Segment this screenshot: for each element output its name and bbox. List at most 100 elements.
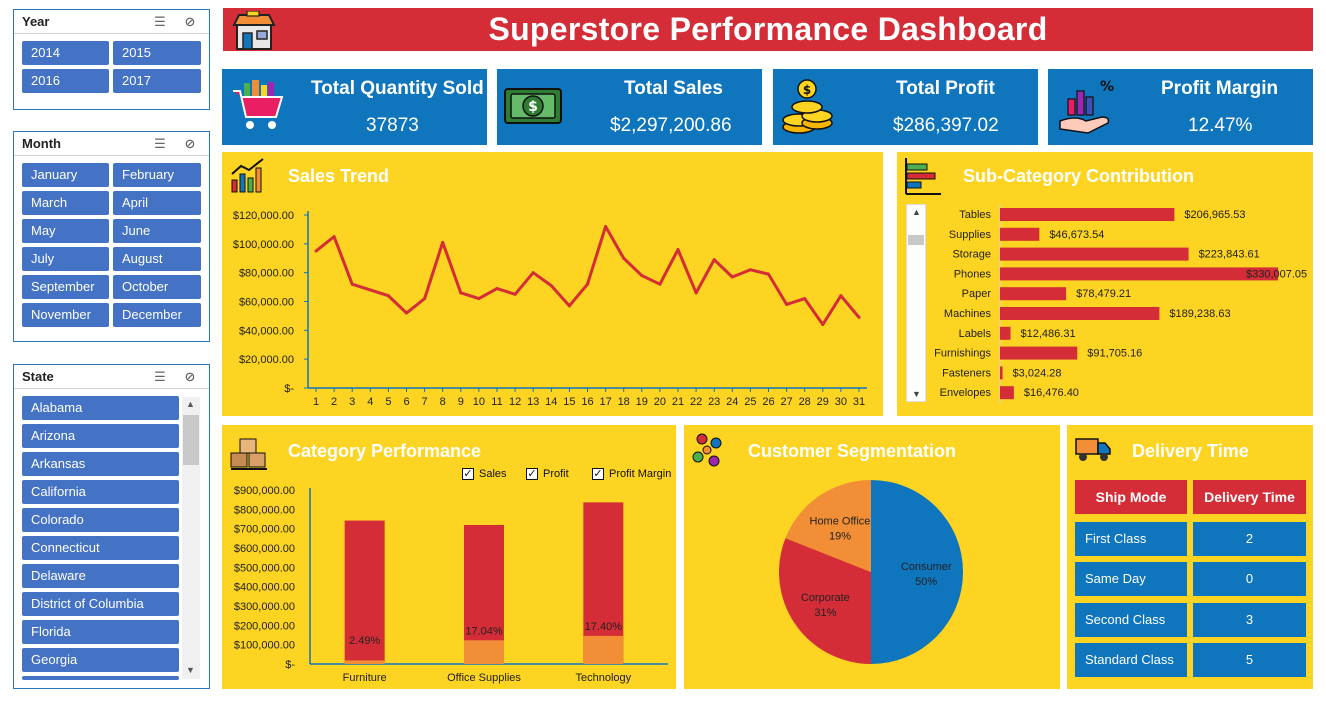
- x-tick-label: 29: [817, 396, 829, 408]
- month-january-button[interactable]: January: [22, 163, 109, 187]
- state-item-button[interactable]: Arizona: [22, 424, 179, 448]
- x-tick-label: 17: [599, 396, 611, 408]
- money-bill-icon: $: [503, 81, 563, 136]
- month-may-button[interactable]: May: [22, 219, 109, 243]
- state-item-button[interactable]: Arkansas: [22, 452, 179, 476]
- state-item-button[interactable]: Georgia: [22, 648, 179, 672]
- bar-data-label: $78,479.21: [1076, 288, 1131, 300]
- y-tick-label: $120,000.00: [233, 210, 294, 222]
- month-april-button[interactable]: April: [113, 191, 201, 215]
- row-delivery-time: 3: [1193, 603, 1306, 637]
- month-december-button[interactable]: December: [113, 303, 201, 327]
- category-panel: Category Performance ✓ Sales ✓ Profit ✓ Pro…: [222, 425, 676, 689]
- x-tick-label: 3: [349, 396, 355, 408]
- year-2015-button[interactable]: 2015: [113, 41, 201, 65]
- x-tick-label: 16: [581, 396, 593, 408]
- month-july-button[interactable]: July: [22, 247, 109, 271]
- month-november-button[interactable]: November: [22, 303, 109, 327]
- x-tick-label: 18: [618, 396, 630, 408]
- month-september-button[interactable]: September: [22, 275, 109, 299]
- bar-data-label: $330,007.05: [1246, 268, 1307, 280]
- state-item-button[interactable]: Connecticut: [22, 536, 179, 560]
- clear-filter-icon[interactable]: ⊘: [179, 135, 201, 153]
- y-tick-label: $700,000.00: [234, 524, 295, 536]
- state-item-button[interactable]: Delaware: [22, 564, 179, 588]
- year-slicer-header: Year ☰ ⊘: [14, 10, 209, 34]
- subcategory-bar: [1000, 267, 1278, 281]
- y-tick-label: $900,000.00: [234, 485, 295, 497]
- x-tick-label: 10: [473, 396, 485, 408]
- category-label: Phones: [954, 268, 992, 280]
- state-item-button[interactable]: Alabama: [22, 396, 179, 420]
- row-ship-mode: Same Day: [1075, 562, 1187, 596]
- kpi-sales-label: Total Sales: [624, 78, 723, 99]
- x-tick-label: 26: [762, 396, 774, 408]
- header-ship-mode: Ship Mode: [1075, 480, 1187, 514]
- sales-data-point: [676, 248, 680, 252]
- scroll-thumb[interactable]: [183, 415, 199, 465]
- x-tick-label: 15: [563, 396, 575, 408]
- state-item-partial[interactable]: [22, 676, 179, 680]
- year-2016-button[interactable]: 2016: [22, 69, 109, 93]
- sales-trend-panel: Sales Trend $- $20,000.00 $40,000.00 $60,00…: [222, 152, 883, 416]
- month-june-button[interactable]: June: [113, 219, 201, 243]
- clear-filter-icon[interactable]: ⊘: [179, 368, 201, 386]
- month-february-button[interactable]: February: [113, 163, 201, 187]
- category-label: Paper: [962, 288, 992, 300]
- row-ship-mode: Standard Class: [1075, 643, 1187, 677]
- multi-select-icon[interactable]: ☰: [149, 13, 171, 31]
- kpi-sales-value: $2,297,200.86: [610, 115, 732, 136]
- x-tick-label: 6: [403, 396, 409, 408]
- sales-data-point: [495, 287, 499, 291]
- pie-slice-percent: 50%: [915, 576, 937, 588]
- month-slicer-header: Month ☰ ⊘: [14, 132, 209, 156]
- x-tick-label: Technology: [576, 672, 632, 684]
- state-item-button[interactable]: District of Columbia: [22, 592, 179, 616]
- subcategory-bar: [1000, 326, 1011, 340]
- y-tick-label: $-: [285, 659, 295, 671]
- delivery-truck-icon: [1074, 435, 1112, 468]
- multi-select-icon[interactable]: ☰: [149, 368, 171, 386]
- kpi-total-profit: $ Total Profit $286,397.02: [773, 69, 1038, 145]
- x-tick-label: 12: [509, 396, 521, 408]
- sales-data-point: [821, 323, 825, 327]
- x-tick-label: 5: [385, 396, 391, 408]
- x-tick-label: Furniture: [343, 672, 387, 684]
- bar-data-label: $16,476.40: [1024, 387, 1079, 399]
- row-delivery-time: 0: [1193, 562, 1306, 596]
- month-march-button[interactable]: March: [22, 191, 109, 215]
- sales-data-point: [604, 225, 608, 229]
- state-scrollbar[interactable]: ▲ ▼: [182, 397, 200, 679]
- kpi-margin-value: 12.47%: [1188, 115, 1253, 136]
- multi-select-icon[interactable]: ☰: [149, 135, 171, 153]
- kpi-profit-label: Total Profit: [896, 78, 995, 99]
- bar-data-label: $3,024.28: [1013, 367, 1062, 379]
- state-item-button[interactable]: Colorado: [22, 508, 179, 532]
- category-label: Storage: [952, 249, 991, 261]
- subcategory-bar: [1000, 386, 1014, 400]
- subcategory-bar: [1000, 247, 1189, 261]
- x-tick-label: Office Supplies: [447, 672, 521, 684]
- month-october-button[interactable]: October: [113, 275, 201, 299]
- month-august-button[interactable]: August: [113, 247, 201, 271]
- category-chart: $- $100,000.00 $200,000.00 $300,000.00 $400,…: [234, 485, 668, 684]
- sales-data-point: [730, 275, 734, 279]
- row-ship-mode: First Class: [1075, 522, 1187, 556]
- state-item-button[interactable]: Florida: [22, 620, 179, 644]
- clear-filter-icon[interactable]: ⊘: [179, 13, 201, 31]
- svg-text:$: $: [528, 99, 538, 115]
- state-item-button[interactable]: California: [22, 480, 179, 504]
- header-delivery-time: Delivery Time: [1193, 480, 1306, 514]
- scroll-up-icon[interactable]: ▲: [186, 399, 195, 409]
- kpi-quantity-value: 37873: [366, 115, 419, 136]
- bar-data-label: $189,238.63: [1169, 308, 1230, 320]
- year-2014-button[interactable]: 2014: [22, 41, 109, 65]
- scroll-down-icon[interactable]: ▼: [186, 665, 195, 675]
- x-tick-label: 28: [799, 396, 811, 408]
- y-tick-label: $400,000.00: [234, 582, 295, 594]
- sales-trend-chart: $- $20,000.00 $40,000.00 $60,000.00 $80,000.…: [233, 210, 867, 408]
- sales-data-point: [405, 311, 408, 315]
- sales-data-point: [459, 291, 463, 295]
- sales-data-point: [441, 240, 445, 244]
- year-2017-button[interactable]: 2017: [113, 69, 201, 93]
